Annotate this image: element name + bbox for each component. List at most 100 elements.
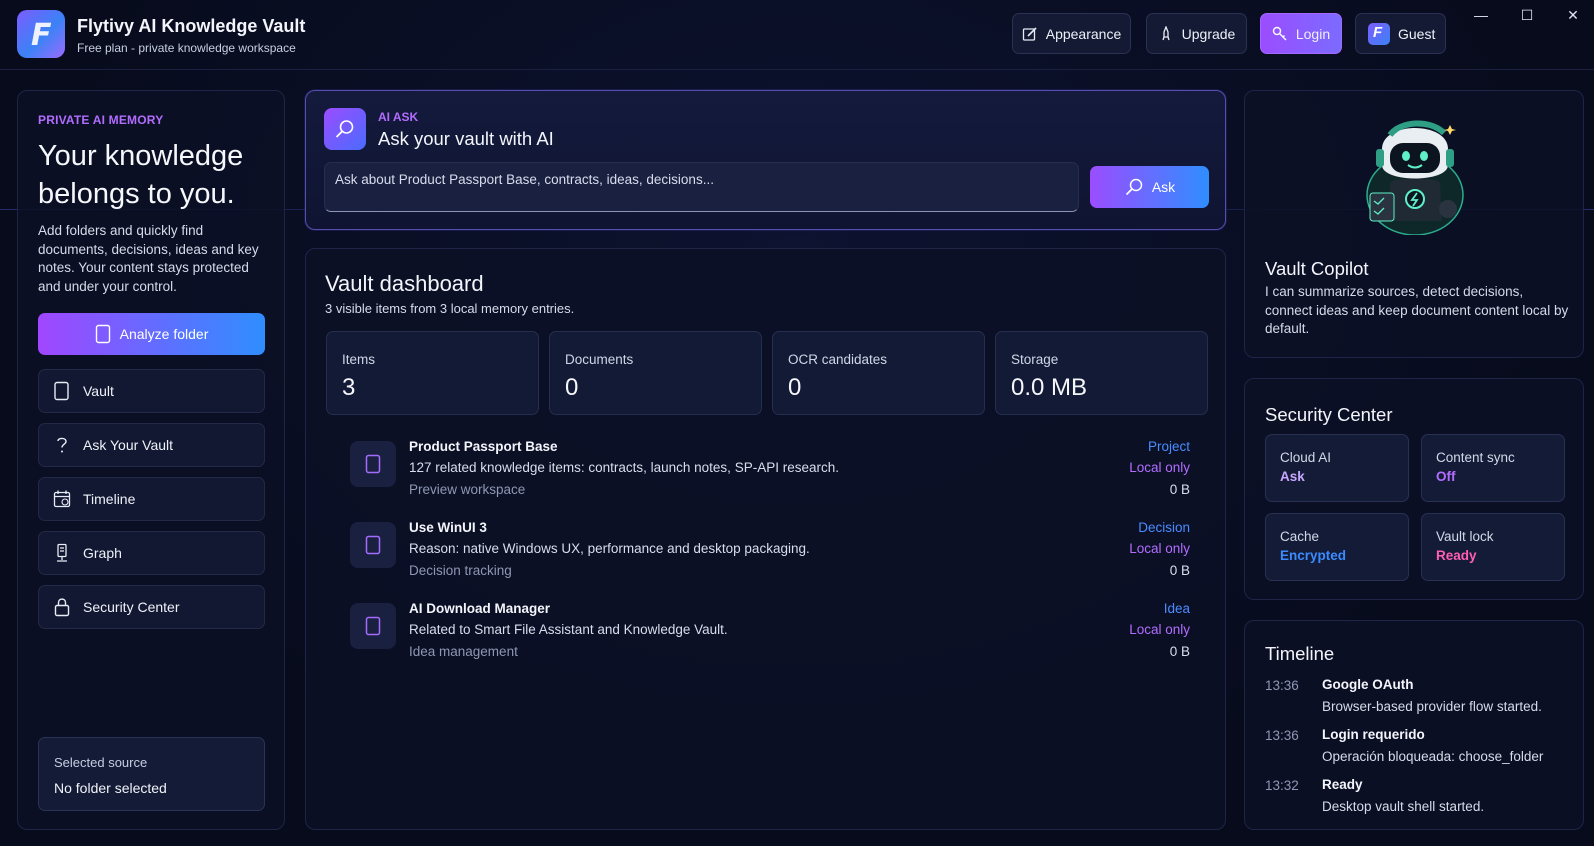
security-card-cloud-ai[interactable]: Cloud AI Ask bbox=[1265, 434, 1409, 502]
stat-value: 3 bbox=[342, 374, 356, 401]
security-title: Security Center bbox=[1265, 404, 1393, 425]
item-description: Reason: native Windows UX, performance a… bbox=[409, 541, 810, 556]
security-center-panel: Security Center Cloud AI Ask Content syn… bbox=[1244, 378, 1584, 600]
upgrade-label: Upgrade bbox=[1181, 25, 1236, 42]
appearance-button[interactable]: Appearance bbox=[1012, 13, 1131, 54]
stat-value: 0 bbox=[788, 374, 802, 401]
timeline-title: Timeline bbox=[1265, 643, 1335, 664]
document-icon bbox=[95, 324, 110, 344]
ask-input[interactable]: Ask about Product Passport Base, contrac… bbox=[324, 162, 1079, 212]
item-type: Decision bbox=[1138, 520, 1190, 535]
sidebar-item-label: Vault bbox=[83, 383, 114, 399]
event-time: 13:36 bbox=[1265, 678, 1299, 693]
security-card-label: Cache bbox=[1280, 529, 1320, 544]
security-card-label: Vault lock bbox=[1436, 529, 1494, 544]
app-subtitle: Free plan - private knowledge workspace bbox=[77, 41, 296, 55]
security-card-label: Cloud AI bbox=[1280, 450, 1332, 465]
selected-source-label: Selected source bbox=[54, 755, 148, 770]
stat-label: Items bbox=[342, 352, 376, 367]
security-card-content-sync[interactable]: Content sync Off bbox=[1421, 434, 1565, 502]
sidebar-kicker: PRIVATE AI MEMORY bbox=[38, 113, 164, 127]
item-privacy: Local only bbox=[1129, 460, 1190, 475]
event-detail: Operación bloqueada: choose_folder bbox=[1322, 749, 1544, 764]
security-card-label: Content sync bbox=[1436, 450, 1515, 465]
login-button[interactable]: Login bbox=[1260, 13, 1342, 54]
ask-kicker: AI ASK bbox=[378, 110, 419, 124]
security-card-value: Ready bbox=[1436, 548, 1477, 563]
security-card-vault-lock[interactable]: Vault lock Ready bbox=[1421, 513, 1565, 581]
title-bar: F Flytivy AI Knowledge Vault Free plan -… bbox=[0, 0, 1594, 70]
sidebar-item-label: Graph bbox=[83, 545, 122, 561]
document-icon bbox=[350, 603, 396, 649]
guest-account-button[interactable]: F Guest bbox=[1355, 13, 1446, 54]
list-item[interactable]: AI Download Manager Related to Smart Fil… bbox=[350, 601, 1190, 671]
minimize-button[interactable]: — bbox=[1458, 0, 1504, 30]
document-icon bbox=[350, 441, 396, 487]
security-card-cache[interactable]: Cache Encrypted bbox=[1265, 513, 1409, 581]
stat-label: OCR candidates bbox=[788, 352, 888, 367]
ask-panel: AI ASK Ask your vault with AI Ask about … bbox=[305, 90, 1226, 230]
hero-description: Add folders and quickly find documents, … bbox=[38, 223, 259, 294]
sidebar: PRIVATE AI MEMORY Your knowledge belongs… bbox=[17, 90, 285, 830]
lock-icon bbox=[54, 598, 70, 617]
search-icon bbox=[324, 108, 366, 150]
event-detail: Desktop vault shell started. bbox=[1322, 799, 1485, 814]
sidebar-item-timeline[interactable]: Timeline bbox=[38, 477, 265, 521]
ask-button[interactable]: Ask bbox=[1090, 166, 1209, 208]
sidebar-item-label: Timeline bbox=[83, 491, 136, 507]
vault-dashboard: Vault dashboard 3 visible items from 3 l… bbox=[305, 248, 1226, 830]
security-card-value: Encrypted bbox=[1280, 548, 1347, 563]
item-type: Idea bbox=[1163, 601, 1190, 616]
stat-label: Documents bbox=[565, 352, 634, 367]
item-size: 0 B bbox=[1169, 563, 1190, 578]
item-privacy: Local only bbox=[1129, 541, 1190, 556]
item-type: Project bbox=[1147, 439, 1190, 454]
app-window: F Flytivy AI Knowledge Vault Free plan -… bbox=[0, 0, 1594, 846]
item-description: 127 related knowledge items: contracts, … bbox=[409, 460, 839, 475]
selected-source-value: No folder selected bbox=[54, 780, 167, 796]
item-title: Product Passport Base bbox=[409, 439, 558, 454]
stat-card-documents: Documents 0 bbox=[549, 331, 762, 415]
login-label: Login bbox=[1295, 25, 1331, 42]
key-icon bbox=[1272, 26, 1287, 40]
sidebar-item-label: Security Center bbox=[83, 599, 180, 615]
item-description: Related to Smart File Assistant and Know… bbox=[409, 622, 728, 637]
ask-button-label: Ask bbox=[1151, 179, 1176, 195]
close-button[interactable]: ✕ bbox=[1550, 0, 1594, 30]
rocket-icon bbox=[1162, 25, 1170, 40]
maximize-button[interactable]: ☐ bbox=[1504, 0, 1550, 30]
event-detail: Browser-based provider flow started. bbox=[1322, 699, 1542, 714]
analyze-folder-button[interactable]: Analyze folder bbox=[38, 313, 265, 355]
list-item[interactable]: Use WinUI 3 Reason: native Windows UX, p… bbox=[350, 520, 1190, 590]
app-title: Flytivy AI Knowledge Vault bbox=[77, 16, 306, 36]
dashboard-subtitle: 3 visible items from 3 local memory entr… bbox=[325, 301, 575, 316]
sidebar-item-ask-your-vault[interactable]: Ask Your Vault bbox=[38, 423, 265, 467]
security-card-value: Off bbox=[1436, 469, 1456, 484]
item-size: 0 B bbox=[1169, 482, 1190, 497]
selected-source-box: Selected source No folder selected bbox=[38, 737, 265, 811]
stat-label: Storage bbox=[1011, 352, 1059, 367]
timeline-event: 13:36 Login requerido Operación bloquead… bbox=[1265, 727, 1575, 777]
search-icon bbox=[1125, 178, 1143, 196]
guest-avatar: F bbox=[1368, 22, 1390, 45]
item-title: AI Download Manager bbox=[409, 601, 551, 616]
stat-card-items: Items 3 bbox=[326, 331, 539, 415]
analyze-folder-label: Analyze folder bbox=[119, 326, 209, 342]
stat-value: 0.0 MB bbox=[1011, 374, 1088, 401]
vault-copilot-panel: Vault Copilot I can summarize sources, d… bbox=[1244, 90, 1584, 358]
logo-letter: F bbox=[31, 18, 52, 53]
timeline-event: 13:36 Google OAuth Browser-based provide… bbox=[1265, 677, 1575, 727]
item-meta: Preview workspace bbox=[409, 482, 526, 497]
copilot-title: Vault Copilot bbox=[1265, 258, 1369, 279]
sidebar-item-security-center[interactable]: Security Center bbox=[38, 585, 265, 629]
sidebar-item-vault[interactable]: Vault bbox=[38, 369, 265, 413]
item-privacy: Local only bbox=[1129, 622, 1190, 637]
list-item[interactable]: Product Passport Base 127 related knowle… bbox=[350, 439, 1190, 509]
appearance-label: Appearance bbox=[1045, 25, 1122, 42]
dashboard-title: Vault dashboard bbox=[325, 271, 484, 296]
sidebar-item-graph[interactable]: Graph bbox=[38, 531, 265, 575]
ask-title: Ask your vault with AI bbox=[378, 128, 554, 149]
stat-card-ocr-candidates: OCR candidates 0 bbox=[772, 331, 985, 415]
upgrade-button[interactable]: Upgrade bbox=[1146, 13, 1247, 54]
sidebar-item-label: Ask Your Vault bbox=[83, 437, 174, 453]
